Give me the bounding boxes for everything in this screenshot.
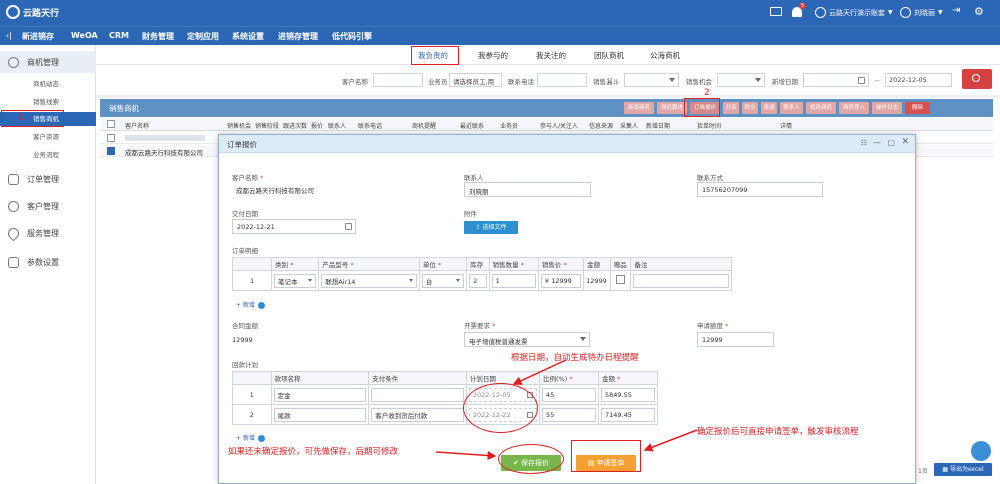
- annotation-arrows: [435, 359, 698, 460]
- page-count: 1页: [918, 468, 928, 475]
- excel-icon: ▦: [942, 466, 950, 473]
- assistant-icon[interactable]: [971, 441, 991, 461]
- export-excel-button[interactable]: ▦ 导出为excel: [934, 463, 992, 476]
